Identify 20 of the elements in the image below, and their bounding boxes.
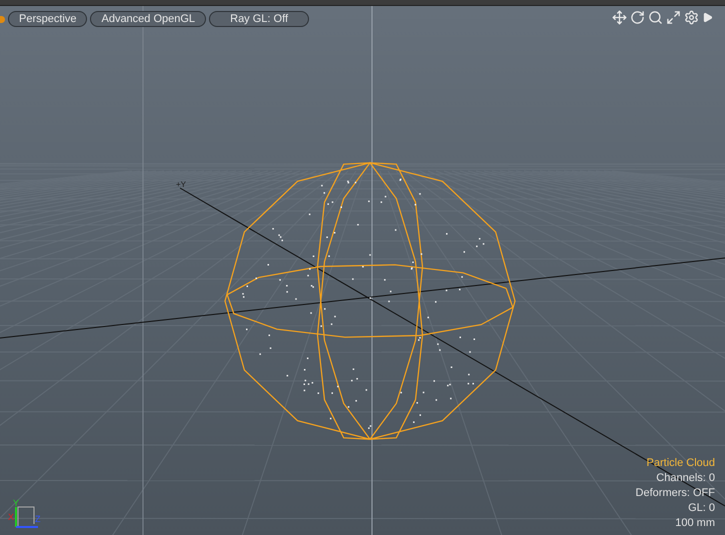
info-text: 100 mm <box>675 516 715 531</box>
info-text: Deformers: OFF <box>636 486 715 501</box>
play-icon[interactable] <box>702 12 713 23</box>
settings-icon[interactable] <box>684 10 699 25</box>
info-text: Channels: 0 <box>656 471 715 486</box>
rotate-icon[interactable] <box>630 10 645 25</box>
move-icon[interactable] <box>612 10 627 25</box>
axis-letter: Y <box>13 499 20 508</box>
viewport-option-button[interactable]: Perspective <box>8 11 88 27</box>
info-text: GL: 0 <box>688 501 715 516</box>
viewport[interactable]: +Y Perspective Advanced OpenGL Ray GL: Off Particle Cloud Channels: 0 Deformers: OFF GL: 0 100 mm Y X Z <box>0 6 725 535</box>
axis-label: +Y <box>176 179 186 191</box>
expand-icon[interactable] <box>666 10 681 25</box>
axis-letter: Z <box>35 515 40 524</box>
viewport-option-button[interactable]: Ray GL: Off <box>209 11 310 27</box>
viewport-option-button[interactable]: Advanced OpenGL <box>90 11 206 27</box>
item-name: Particle Cloud <box>646 456 715 471</box>
axis-letter: X <box>8 513 14 522</box>
status-light-icon <box>0 16 5 22</box>
search-icon[interactable] <box>648 10 663 25</box>
